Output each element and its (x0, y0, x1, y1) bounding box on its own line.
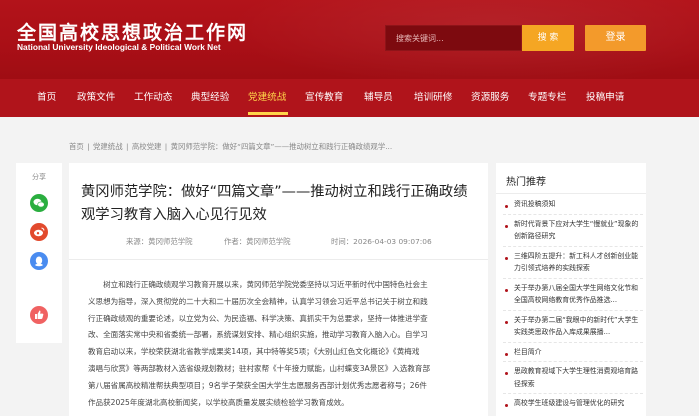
article-paragraph-line: 教育启动以来，学校荣获湖北省教学成果奖14项，其中特等奖5项；《大别山红色文化概… (88, 347, 420, 357)
breadcrumb-party[interactable]: 党建统战 (93, 142, 123, 151)
hot-item-text[interactable]: 资讯投稿须知 (514, 198, 555, 211)
qq-icon[interactable] (30, 252, 48, 270)
article-paragraph-line: 树立和践行正确政绩观学习教育开展以来，黄冈师范学院党委坚持以习近平新时代中国特色… (88, 280, 428, 289)
bullet-icon (505, 372, 508, 375)
nav-active-indicator (248, 112, 288, 115)
breadcrumb: 首页 | 党建统战 | 高校党建 | 黄冈师范学院：做好“四篇文章”——推动树立… (69, 141, 393, 152)
hot-list: 资讯投稿须知 新时代背景下应对大学生“慢就业”现象的创新路径研究 三维四阶五提升… (503, 198, 643, 410)
hot-item-text[interactable]: 三维四阶五提升：新工科人才创新创业能力引领式培养的实践探索 (514, 250, 643, 275)
nav-item-resources[interactable]: 资源服务 (471, 79, 509, 117)
article-divider (69, 259, 488, 260)
article-paragraph-line: 义思想为指导，深入贯彻党的二十大和二十届历次全会精神，认真学习领会习近平总书记关… (88, 296, 428, 306)
article-time: 时间：2026-04-03 09:07:06 (331, 237, 432, 246)
search-button[interactable]: 搜 索 (522, 25, 574, 51)
hot-item-text[interactable]: 思政教育视域下大学生理性消费观培育路径探索 (514, 365, 643, 390)
search-input[interactable]: 搜索关键词... (385, 25, 522, 51)
site-header: 全国高校思想政治工作网 National University Ideologi… (0, 0, 699, 79)
wechat-icon[interactable] (30, 194, 48, 212)
breadcrumb-separator: | (87, 142, 90, 151)
thumbs-up-icon[interactable] (30, 306, 48, 324)
nav-item-topics[interactable]: 专题专栏 (528, 79, 566, 117)
bullet-icon (505, 352, 508, 356)
article-source: 来源：黄冈师范学院 (126, 237, 193, 246)
hot-divider (496, 193, 646, 194)
main-nav: 首页 政策文件 工作动态 典型经验 党建统战 宣传教育 辅导员 培训研修 资源服… (0, 79, 699, 117)
nav-item-education[interactable]: 宣传教育 (305, 79, 343, 117)
hot-list-item[interactable]: 资讯投稿须知 (503, 198, 643, 215)
nav-item-experience[interactable]: 典型经验 (191, 79, 229, 117)
hot-item-text[interactable]: 栏目简介 (514, 346, 542, 359)
bullet-icon (505, 320, 508, 324)
nav-item-counselor[interactable]: 辅导员 (364, 79, 393, 117)
bullet-icon (505, 224, 508, 228)
hot-list-item[interactable]: 关于举办第八届全国大学生网络文化节和全国高校网络教育优秀作品推选... (503, 282, 643, 311)
article-paragraph-line: 作品获2025年度湖北高校新闻奖，以学校高质量发展实绩检验学习教育成效。 (88, 397, 349, 407)
hot-item-text[interactable]: 新时代背景下应对大学生“慢就业”现象的创新路径研究 (514, 218, 643, 243)
bullet-icon (505, 205, 508, 208)
login-button[interactable]: 登录 (585, 25, 646, 51)
hot-item-text[interactable]: 关于举办第八届全国大学生网络文化节和全国高校网络教育优秀作品推选... (514, 282, 643, 307)
hot-item-text[interactable]: 高校学生班级建设与管理优化的研究 (514, 397, 624, 410)
site-logo-english[interactable]: National University Ideological & Politi… (17, 42, 221, 52)
site-logo-chinese[interactable]: 全国高校思想政治工作网 (17, 18, 248, 45)
hot-list-item[interactable]: 思政教育视域下大学生理性消费观培育路径探索 (503, 365, 643, 394)
bullet-icon (505, 288, 508, 292)
article-paragraph-line: 第八届省属高校精准帮扶典型项目；9名学子荣获全国大学生志愿服务西部计划优秀志愿者… (88, 380, 427, 390)
article-title: 黄冈师范学院：做好“四篇文章”——推动树立和践行正确政绩观学习教育入脑入心见行见… (81, 184, 468, 223)
nav-item-news[interactable]: 工作动态 (134, 79, 172, 117)
share-panel: 分享 (16, 163, 62, 343)
nav-item-submit[interactable]: 投稿申请 (586, 79, 624, 117)
weibo-icon[interactable] (30, 223, 48, 241)
hot-list-item[interactable]: 新时代背景下应对大学生“慢就业”现象的创新路径研究 (503, 218, 643, 247)
hot-list-item[interactable]: 高校学生班级建设与管理优化的研究 (503, 397, 643, 410)
bullet-icon (505, 404, 508, 407)
bullet-icon (505, 256, 508, 260)
article-panel: 黄冈师范学院：做好“四篇文章”——推动树立和践行正确政绩观学习教育入脑入心见行见… (69, 163, 488, 416)
hot-item-text[interactable]: 关于举办第二届“我眼中的新时代”大学生实践类思政作品入库成果展播... (514, 314, 643, 339)
hot-recommendations: 热门推荐 资讯投稿须知 新时代背景下应对大学生“慢就业”现象的创新路径研究 三维… (496, 163, 646, 416)
breadcrumb-home[interactable]: 首页 (69, 142, 84, 151)
hot-list-item[interactable]: 栏目简介 (503, 346, 643, 362)
breadcrumb-college-party[interactable]: 高校党建 (132, 142, 162, 151)
breadcrumb-separator: | (164, 142, 168, 151)
hot-title: 热门推荐 (506, 177, 546, 188)
hot-list-item[interactable]: 三维四阶五提升：新工科人才创新创业能力引领式培养的实践探索 (503, 250, 643, 279)
breadcrumb-separator: | (125, 142, 129, 151)
nav-item-training[interactable]: 培训研修 (414, 79, 452, 117)
breadcrumb-current: 黄冈师范学院：做好“四篇文章”——推动树立和践行正确政绩观学... (170, 142, 393, 151)
article-paragraph-line: 改、全面落实常中央和省委统一部署，系统谋划安排、精心组织实施，推动学习教育入脑入… (88, 330, 428, 340)
hot-list-item[interactable]: 关于举办第二届“我眼中的新时代”大学生实践类思政作品入库成果展播... (503, 314, 643, 343)
nav-item-policy[interactable]: 政策文件 (77, 79, 115, 117)
article-author: 作者：黄冈师范学院 (224, 237, 291, 246)
article-paragraph-line: 行正确政绩观的重要论述，以立党为公、为民造福、科学决策、真抓实干为总要求，坚持一… (88, 313, 428, 323)
article-body: 树立和践行正确政绩观学习教育开展以来，黄冈师范学院党委坚持以习近平新时代中国特色… (88, 277, 474, 411)
share-label: 分享 (32, 173, 46, 181)
nav-item-home[interactable]: 首页 (37, 79, 56, 117)
article-paragraph-line: 演唱与欣赏》等两部教材入选省级规划教材；驻村家帮《十年接力赋能，山村蝶变3A景区… (88, 363, 431, 373)
